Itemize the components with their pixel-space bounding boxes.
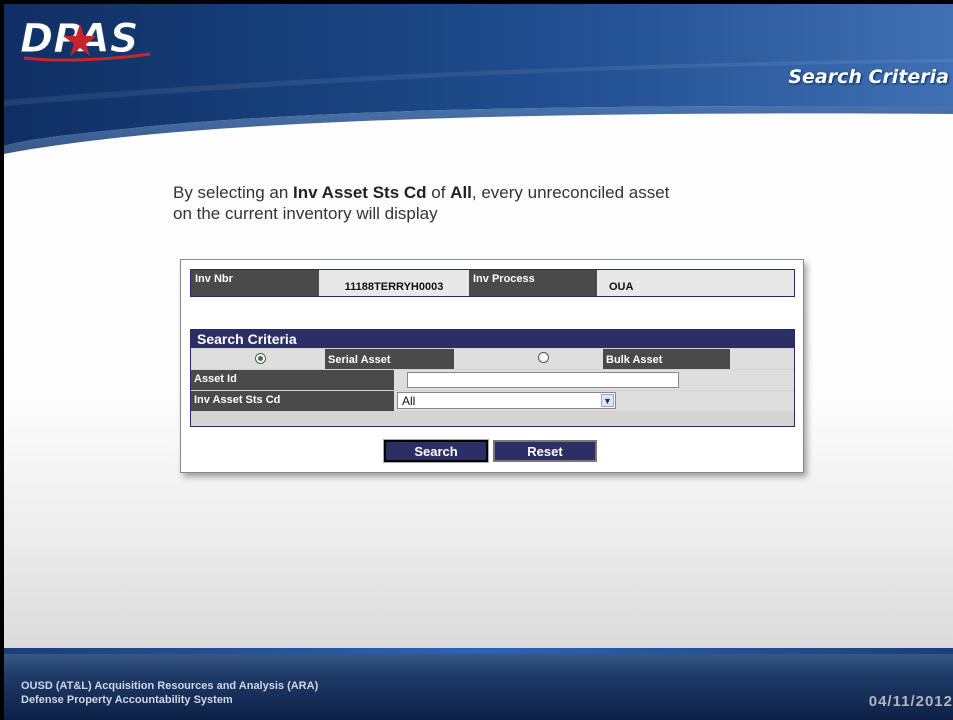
org-line2: Defense Property Accountability System (21, 694, 233, 706)
inv-process-label: Inv Process (473, 273, 535, 285)
search-criteria-title: Search Criteria (191, 330, 794, 348)
search-form-screenshot: Inv Nbr 11188TERRYH0003 Inv Process OUA … (180, 259, 804, 473)
bulk-radio-cell (454, 349, 603, 369)
asset-type-row: Serial Asset Bulk Asset (191, 349, 794, 369)
inv-nbr-label: Inv Nbr (195, 273, 233, 285)
serial-asset-label: Serial Asset (325, 349, 454, 369)
sts-selected-value: All (402, 394, 416, 408)
org-line1: OUSD (AT&L) Acquisition Resources and An… (21, 680, 319, 692)
asset-id-input[interactable] (407, 372, 679, 388)
serial-radio-cell (191, 349, 325, 369)
inventory-info-bar: Inv Nbr 11188TERRYH0003 Inv Process OUA (190, 269, 795, 297)
slide: DPAS Search Criteria By selecting an Inv… (4, 4, 953, 720)
organization-text: OUSD (AT&L) Acquisition Resources and An… (21, 679, 318, 707)
slide-date: 04/11/2012 (868, 693, 953, 710)
caption-line2: on the current inventory will display (173, 204, 438, 223)
sts-row: Inv Asset Sts Cd All ▼ (191, 391, 794, 411)
bulk-asset-label: Bulk Asset (603, 349, 730, 369)
row-filler (730, 349, 794, 369)
caption-text: By selecting an Inv Asset Sts Cd of All,… (173, 182, 799, 224)
inv-asset-sts-cd-label: Inv Asset Sts Cd (191, 391, 394, 411)
bulk-asset-radio[interactable] (538, 352, 549, 363)
footer: OUSD (AT&L) Acquisition Resources and An… (4, 648, 953, 720)
footer-divider (4, 648, 953, 654)
caption-part3: , every unreconciled asset (471, 183, 670, 202)
inv-process-value: OUA (597, 270, 794, 296)
caption-part1: By selecting an (173, 183, 294, 202)
search-criteria-panel: Search Criteria Serial Asset Bulk Asset … (190, 329, 795, 427)
logo-icon: DPAS (20, 16, 151, 63)
chevron-down-icon[interactable]: ▼ (601, 394, 614, 407)
serial-asset-radio[interactable] (255, 353, 266, 364)
reset-button[interactable]: Reset (493, 440, 597, 462)
asset-id-cell (394, 370, 794, 390)
inv-nbr-value: 11188TERRYH0003 (319, 270, 469, 296)
asset-id-row: Asset Id (191, 370, 794, 390)
sts-cell: All ▼ (394, 391, 794, 411)
slide-title: Search Criteria (788, 66, 949, 88)
inv-asset-sts-cd-select[interactable]: All ▼ (397, 392, 616, 409)
caption-part2: of (426, 183, 451, 202)
caption-bold2: All (450, 183, 472, 202)
search-button[interactable]: Search (383, 439, 489, 463)
caption-bold1: Inv Asset Sts Cd (293, 183, 427, 202)
asset-id-label: Asset Id (191, 370, 394, 390)
dpas-logo: DPAS (18, 14, 158, 71)
